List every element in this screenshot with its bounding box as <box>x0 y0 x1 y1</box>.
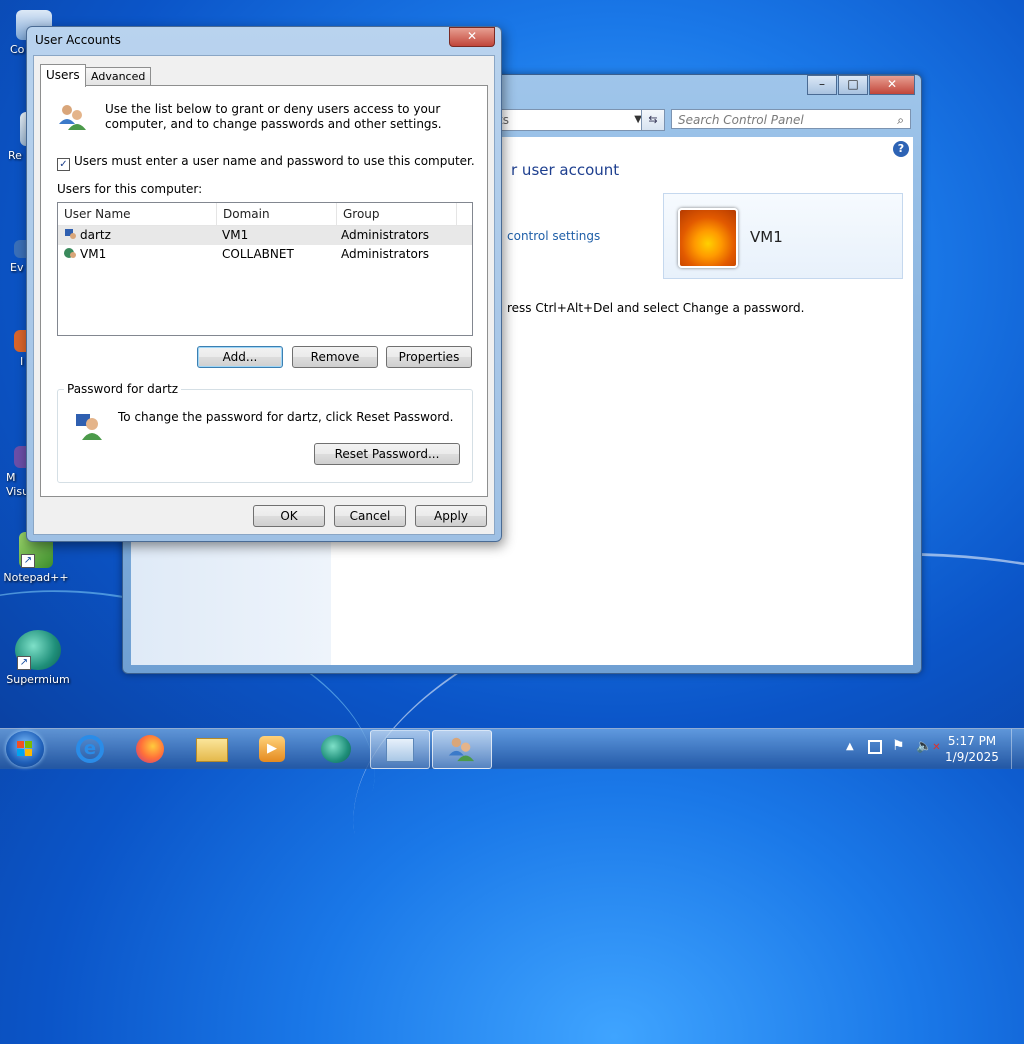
start-button[interactable] <box>6 731 44 767</box>
dialog-title: User Accounts <box>35 33 121 47</box>
cancel-button[interactable]: Cancel <box>334 505 406 527</box>
refresh-icon: ⇆ <box>648 113 658 126</box>
table-row[interactable]: dartz VM1 Administrators <box>58 226 472 245</box>
file-explorer-taskbar-button[interactable] <box>192 733 232 765</box>
user-password-icon <box>76 414 102 440</box>
desktop-icon-label: Supermium <box>6 673 70 686</box>
windows-logo-icon <box>17 741 33 757</box>
domain-cell: VM1 <box>222 228 249 242</box>
shortcut-arrow-icon: ↗ <box>21 554 35 568</box>
password-instructions: To change the password for dartz, click … <box>118 410 454 424</box>
user-accounts-dialog[interactable]: User Accounts ✕ Users Advanced Use the l… <box>26 26 502 542</box>
user-accounts-taskbar-button[interactable] <box>432 730 492 769</box>
add-button[interactable]: Add... <box>197 346 283 368</box>
properties-button[interactable]: Properties <box>386 346 472 368</box>
intro-text: Use the list below to grant or deny user… <box>105 102 442 131</box>
column-header-domain[interactable]: Domain <box>217 203 337 225</box>
users-list[interactable]: User Name Domain Group dartz VM1 Adminis… <box>57 202 473 336</box>
clock-date: 1/9/2025 <box>945 750 999 764</box>
system-tray: ▲ ⚑ 🔈✕ 5:17 PM 1/9/2025 <box>840 729 1024 769</box>
apply-button[interactable]: Apply <box>415 505 487 527</box>
supermium-taskbar-button[interactable] <box>316 733 356 765</box>
refresh-button[interactable]: ⇆ <box>641 109 665 131</box>
domain-user-icon <box>64 248 76 258</box>
users-tab-panel: Use the list below to grant or deny user… <box>40 85 488 497</box>
action-center-flag-icon[interactable]: ⚑ <box>892 738 905 754</box>
require-password-checkbox[interactable]: ✓ Users must enter a user name and passwo… <box>57 154 475 171</box>
checkbox-label: Users must enter a user name and passwor… <box>74 154 475 168</box>
control-panel-taskbar-button[interactable] <box>370 730 430 769</box>
domain-cell: COLLABNET <box>222 247 294 261</box>
supermium-icon: ↗ <box>15 630 61 670</box>
internet-explorer-icon: e <box>76 735 104 763</box>
user-account-control-link[interactable]: control settings <box>507 229 600 243</box>
group-cell: Administrators <box>341 228 430 242</box>
window-controls: – □ ✕ <box>806 75 915 95</box>
users-list-label: Users for this computer: <box>57 182 203 196</box>
user-name-cell: dartz <box>80 228 111 242</box>
control-panel-icon <box>386 738 414 762</box>
address-bar[interactable]: ts ▼ <box>493 109 645 131</box>
table-row[interactable]: VM1 COLLABNET Administrators <box>58 245 472 264</box>
search-icon[interactable]: ⌕ <box>897 110 904 130</box>
maximize-button[interactable]: □ <box>838 75 868 95</box>
ok-button[interactable]: OK <box>253 505 325 527</box>
user-name-cell: VM1 <box>80 247 107 261</box>
minimize-button[interactable]: – <box>807 75 837 95</box>
list-header: User Name Domain Group <box>58 203 472 226</box>
desktop-icon-supermium[interactable]: ↗ Supermium <box>4 630 72 686</box>
clock[interactable]: 5:17 PM 1/9/2025 <box>940 733 1004 765</box>
account-card: VM1 <box>663 193 903 279</box>
password-group-title: Password for dartz <box>64 382 182 396</box>
reset-password-button[interactable]: Reset Password... <box>314 443 460 465</box>
taskbar: e ▶ ▲ ⚑ 🔈✕ 5:17 PM 1/9/2025 <box>0 728 1024 769</box>
media-player-taskbar-button[interactable]: ▶ <box>252 733 292 765</box>
user-icon <box>65 229 76 239</box>
column-header-user-name[interactable]: User Name <box>58 203 217 225</box>
column-header-group[interactable]: Group <box>337 203 457 225</box>
remove-button[interactable]: Remove <box>292 346 378 368</box>
firefox-icon <box>136 735 164 763</box>
volume-muted-icon[interactable]: 🔈✕ <box>916 739 941 754</box>
tab-advanced[interactable]: Advanced <box>85 67 152 85</box>
dialog-body: Users Advanced Use the list below to gra… <box>33 55 495 535</box>
users-icon <box>448 737 475 762</box>
close-button[interactable]: ✕ <box>869 75 915 95</box>
help-icon[interactable]: ? <box>893 141 909 157</box>
search-placeholder: Search Control Panel <box>678 113 804 127</box>
search-input[interactable]: Search Control Panel ⌕ <box>671 109 911 129</box>
account-picture[interactable] <box>678 208 738 268</box>
show-hidden-icons-icon[interactable]: ▲ <box>846 741 854 752</box>
show-desktop-button[interactable] <box>1011 729 1024 769</box>
users-icon <box>59 105 86 130</box>
page-title: r user account <box>511 161 620 179</box>
folder-icon <box>196 738 228 762</box>
password-note: ress Ctrl+Alt+Del and select Change a pa… <box>507 301 805 315</box>
account-name: VM1 <box>750 228 783 246</box>
desktop-icon-label: Notepad++ <box>3 571 69 584</box>
clock-time: 5:17 PM <box>947 734 997 748</box>
checkbox-check-icon[interactable]: ✓ <box>57 158 70 171</box>
shortcut-arrow-icon: ↗ <box>17 656 31 670</box>
supermium-icon <box>321 735 351 763</box>
media-player-icon: ▶ <box>259 736 285 762</box>
password-groupbox: Password for dartz To change the passwor… <box>57 382 473 483</box>
network-icon[interactable] <box>868 740 882 754</box>
tab-users[interactable]: Users <box>40 64 86 87</box>
group-cell: Administrators <box>341 247 430 261</box>
dialog-close-button[interactable]: ✕ <box>449 27 495 47</box>
internet-explorer-taskbar-button[interactable]: e <box>70 733 110 765</box>
firefox-taskbar-button[interactable] <box>130 733 170 765</box>
